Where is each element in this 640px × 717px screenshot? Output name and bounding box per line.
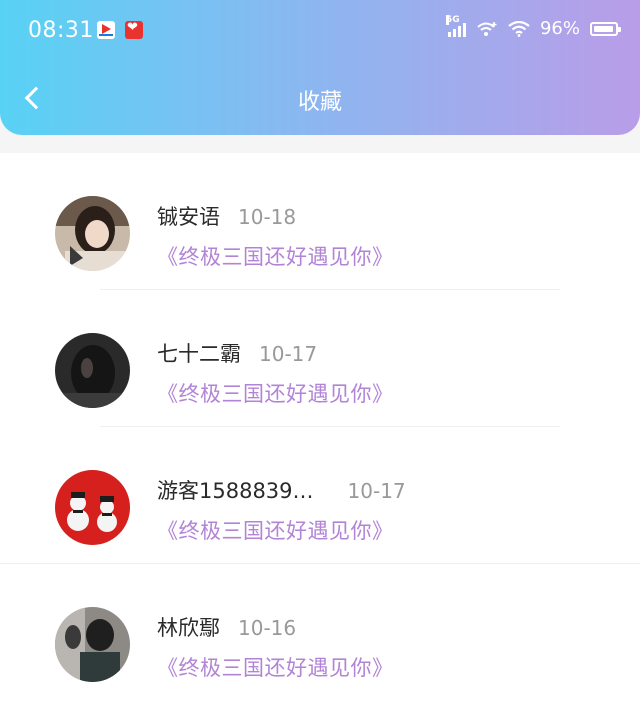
user-name: 铖安语 xyxy=(157,205,220,229)
novel-title-link[interactable]: 《终极三国还好遇见你》 xyxy=(157,515,394,545)
favorite-date: 10-18 xyxy=(238,205,297,229)
favorites-list: 铖安语 10-18 《终极三国还好遇见你》 七十二霸 10-17 《终极三国还好… xyxy=(0,153,640,717)
app-header: 08:31 5G 96% 收藏 xyxy=(0,0,640,135)
status-indicators: 5G 96% xyxy=(445,14,621,39)
avatar[interactable] xyxy=(55,333,130,408)
item-header: 铖安语 10-18 xyxy=(157,201,296,231)
status-time: 08:31 xyxy=(28,18,94,43)
novel-title-link[interactable]: 《终极三国还好遇见你》 xyxy=(157,378,394,408)
cellular-signal-icon: 5G xyxy=(445,14,466,37)
avatar[interactable] xyxy=(55,196,130,271)
avatar[interactable] xyxy=(55,470,130,545)
user-name: 游客1588839… xyxy=(157,479,314,503)
network-type: 5G xyxy=(445,14,460,25)
battery-percentage: 96% xyxy=(539,18,580,39)
battery-icon xyxy=(590,21,621,36)
item-header: 游客1588839… 10-17 xyxy=(157,475,406,505)
item-header: 林欣鄢 10-16 xyxy=(157,612,296,642)
favorite-date: 10-16 xyxy=(238,616,297,640)
item-header: 七十二霸 10-17 xyxy=(157,338,317,368)
list-item[interactable]: 游客1588839… 10-17 《终极三国还好遇见你》 xyxy=(0,427,640,564)
video-app-icon xyxy=(97,21,115,39)
favorite-date: 10-17 xyxy=(259,342,318,366)
user-name: 林欣鄢 xyxy=(157,616,220,640)
list-item[interactable]: 林欣鄢 10-16 《终极三国还好遇见你》 xyxy=(0,564,640,701)
user-name: 七十二霸 xyxy=(157,342,241,366)
novel-title-link[interactable]: 《终极三国还好遇见你》 xyxy=(157,652,394,682)
novel-title-link[interactable]: 《终极三国还好遇见你》 xyxy=(157,241,394,271)
list-item[interactable]: 七十二霸 10-17 《终极三国还好遇见你》 xyxy=(0,290,640,427)
page-title: 收藏 xyxy=(297,90,342,115)
list-item[interactable]: 铖安语 10-18 《终极三国还好遇见你》 xyxy=(0,153,640,290)
wifi-icon xyxy=(508,20,530,37)
health-app-icon xyxy=(125,20,143,39)
wifi-hotspot-icon xyxy=(476,21,498,37)
favorite-date: 10-17 xyxy=(347,479,406,503)
avatar[interactable] xyxy=(55,607,130,682)
